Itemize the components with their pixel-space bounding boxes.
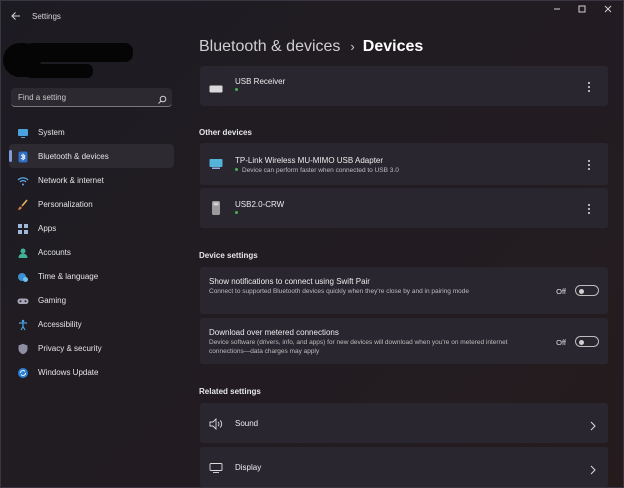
sidebar-item-personalization[interactable]: Personalization (9, 192, 174, 216)
account-block-redacted (1, 31, 133, 81)
keyboard-icon (209, 81, 223, 93)
sidebar-item-label: Personalization (38, 200, 93, 209)
active-indicator (9, 150, 12, 162)
device-status (235, 87, 242, 94)
swift-pair-toggle[interactable] (575, 285, 599, 296)
device-name: TP-Link Wireless MU-MIMO USB Adapter (235, 156, 384, 165)
breadcrumb: Bluetooth & devices › Devices (199, 38, 423, 56)
usb-drive-icon (209, 200, 223, 215)
related-link-label: Display (235, 463, 262, 472)
globe-clock-icon (17, 270, 29, 282)
sidebar-item-label: Accessibility (38, 320, 82, 329)
network-adapter-icon (209, 157, 223, 169)
toggle-state-label: Off (556, 338, 566, 347)
section-heading-other-devices: Other devices (199, 128, 252, 137)
title-bar: Settings (1, 1, 623, 31)
setting-description: Connect to supported Bluetooth devices q… (209, 288, 469, 295)
setting-title: Show notifications to connect using Swif… (209, 277, 370, 286)
chevron-right-icon (590, 462, 596, 475)
toggle-knob (579, 288, 584, 294)
related-link-label: Sound (235, 419, 259, 428)
sidebar-item-accessibility[interactable]: Accessibility (9, 312, 174, 336)
more-options-icon[interactable] (586, 158, 592, 170)
search-placeholder: Find a setting (18, 93, 67, 102)
sidebar-item-bluetooth-devices[interactable]: Bluetooth & devices (9, 144, 174, 168)
sidebar-item-label: Apps (38, 224, 57, 233)
device-card-usb2-crw[interactable]: USB2.0-CRW (200, 188, 608, 228)
apps-icon (17, 222, 29, 234)
more-options-icon[interactable] (586, 202, 592, 214)
setting-title: Download over metered connections (209, 328, 339, 337)
back-arrow-icon[interactable] (9, 10, 23, 24)
device-card-tplink[interactable]: TP-Link Wireless MU-MIMO USB Adapter Dev… (200, 143, 608, 185)
device-status: Device can perform faster when connected… (235, 167, 399, 174)
sidebar-item-system[interactable]: System (9, 120, 174, 144)
sidebar-item-windows-update[interactable]: Windows Update (9, 360, 174, 384)
page-title: Devices (362, 38, 424, 55)
sidebar-item-time-language[interactable]: Time & language (9, 264, 174, 288)
device-name: USB2.0-CRW (235, 200, 285, 209)
account-email-redacted (25, 64, 93, 78)
update-icon (17, 366, 29, 378)
device-status (235, 210, 242, 217)
sidebar-item-label: Bluetooth & devices (38, 152, 109, 161)
chevron-right-icon (590, 418, 596, 431)
gamepad-icon (17, 294, 29, 306)
sidebar-item-network-internet[interactable]: Network & internet (9, 168, 174, 192)
toggle-state-label: Off (556, 287, 566, 296)
sidebar-item-apps[interactable]: Apps (9, 216, 174, 240)
search-input[interactable]: Find a setting (11, 88, 172, 107)
sidebar-item-privacy-security[interactable]: Privacy & security (9, 336, 174, 360)
device-name: USB Receiver (235, 77, 286, 86)
monitor-icon (17, 126, 29, 138)
setting-description: Device software (drivers, info, and apps… (209, 339, 508, 355)
shield-icon (17, 342, 29, 355)
wifi-icon (17, 174, 29, 186)
device-card-usb-receiver[interactable]: USB Receiver (200, 66, 608, 106)
related-link-sound[interactable]: Sound (200, 403, 608, 443)
sidebar-item-label: System (38, 128, 65, 137)
breadcrumb-separator: › (350, 39, 355, 54)
accessibility-icon (17, 318, 29, 331)
connected-dot (235, 167, 238, 171)
related-link-display[interactable]: Display (200, 447, 608, 487)
more-options-icon[interactable] (586, 80, 592, 92)
sidebar-item-label: Time & language (38, 272, 99, 281)
sidebar-item-label: Privacy & security (38, 344, 102, 353)
section-heading-related-settings: Related settings (199, 387, 261, 396)
maximize-icon[interactable] (571, 4, 593, 18)
bluetooth-icon (17, 150, 29, 163)
settings-window: Settings Find a setting System Bluetooth… (0, 0, 624, 488)
display-icon (209, 461, 223, 473)
metered-download-toggle[interactable] (575, 336, 599, 347)
speaker-icon (209, 417, 223, 431)
sidebar-item-label: Accounts (38, 248, 71, 257)
minimize-icon[interactable] (546, 4, 568, 18)
toggle-knob (579, 339, 584, 345)
setting-card-metered-download: Download over metered connections Device… (200, 318, 608, 364)
sidebar-item-accounts[interactable]: Accounts (9, 240, 174, 264)
sidebar-item-gaming[interactable]: Gaming (9, 288, 174, 312)
search-icon[interactable] (157, 92, 167, 104)
sidebar-item-label: Windows Update (38, 368, 99, 377)
account-name-redacted (25, 43, 133, 62)
person-icon (17, 246, 29, 258)
sidebar-item-label: Gaming (38, 296, 67, 305)
brush-icon (17, 198, 29, 210)
sidebar-nav: System Bluetooth & devices Network & int… (1, 120, 181, 384)
section-heading-device-settings: Device settings (199, 251, 258, 260)
close-icon[interactable] (597, 4, 619, 18)
app-title: Settings (32, 12, 61, 21)
breadcrumb-parent[interactable]: Bluetooth & devices (199, 38, 340, 55)
sidebar-item-label: Network & internet (38, 176, 104, 185)
connected-dot (235, 210, 238, 214)
setting-card-swift-pair: Show notifications to connect using Swif… (200, 267, 608, 314)
connected-dot (235, 87, 238, 91)
